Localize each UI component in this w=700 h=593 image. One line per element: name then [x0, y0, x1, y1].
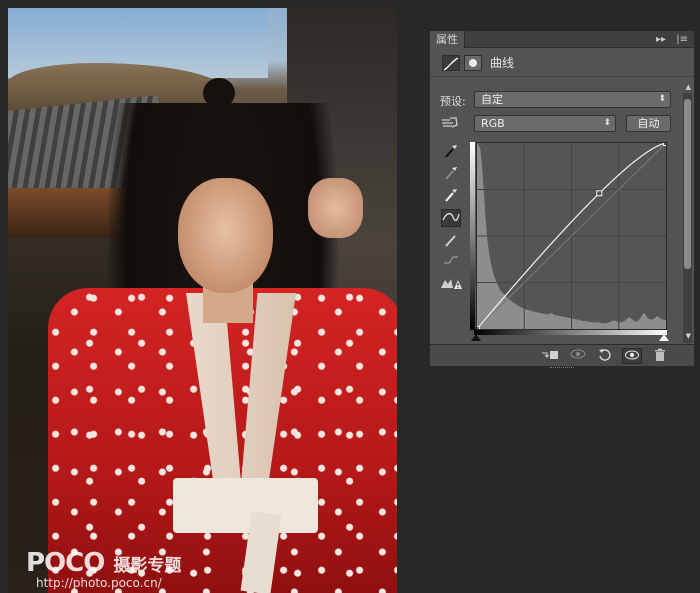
watermark-url: http://photo.poco.cn/	[36, 576, 162, 590]
adjustment-header: 曲线	[430, 49, 694, 77]
panel-scrollbar[interactable]	[683, 93, 692, 343]
watermark-subtitle: 摄影专题	[113, 556, 182, 576]
auto-button[interactable]: 自动	[626, 115, 671, 132]
scrollbar-thumb[interactable]	[684, 99, 691, 269]
channel-dropdown[interactable]: RGB ⬍	[474, 115, 616, 132]
photo-canvas[interactable]: POCO 摄影专题 http://photo.poco.cn/	[8, 8, 397, 593]
gray-point-eyedropper-icon[interactable]	[441, 165, 461, 183]
panel-resize-grip[interactable]	[550, 367, 574, 370]
scroll-up-icon[interactable]: ▲	[686, 83, 691, 91]
output-gradient	[470, 142, 475, 330]
panel-footer	[430, 344, 694, 366]
curves-plot[interactable]	[474, 140, 669, 332]
black-point-eyedropper-icon[interactable]	[441, 143, 461, 161]
preset-dropdown[interactable]: 自定 ⬍	[474, 91, 671, 108]
curve-control-point[interactable]	[474, 326, 480, 332]
model-face	[178, 178, 273, 293]
preset-value: 自定	[481, 93, 503, 106]
delete-icon[interactable]	[650, 348, 670, 364]
visibility-icon[interactable]	[622, 348, 642, 364]
black-point-slider[interactable]	[471, 334, 481, 341]
white-sash	[173, 478, 318, 533]
tab-properties[interactable]: 属性	[430, 31, 465, 48]
channel-value: RGB	[481, 117, 505, 130]
white-point-eyedropper-icon[interactable]	[441, 187, 461, 205]
properties-panel: 属性 ▸▸ |≡ 曲线 预设: 自定 ⬍ RGB ⬍ 自动 ▲ ▼	[429, 30, 695, 370]
scroll-down-icon[interactable]: ▼	[686, 332, 691, 340]
updown-arrow-icon: ⬍	[658, 94, 666, 104]
panel-tabbar: 属性 ▸▸ |≡	[430, 31, 694, 48]
curve-control-point[interactable]	[663, 140, 669, 146]
collapse-icon[interactable]: ▸▸	[656, 33, 666, 46]
curve-control-point[interactable]	[596, 190, 603, 197]
view-previous-icon[interactable]	[568, 348, 588, 364]
clip-to-layer-icon[interactable]	[540, 348, 560, 364]
smooth-icon[interactable]	[441, 253, 461, 271]
curves-graph[interactable]	[474, 140, 669, 332]
white-point-slider[interactable]	[659, 334, 669, 341]
adjustment-title: 曲线	[490, 56, 515, 70]
curve-edit-icon[interactable]	[441, 209, 461, 227]
clipping-warning-icon[interactable]	[439, 276, 463, 294]
updown-arrow-icon: ⬍	[603, 118, 611, 128]
hair-bun	[203, 78, 235, 108]
model-hand	[308, 178, 363, 238]
curves-adjustment-icon[interactable]	[442, 55, 460, 71]
reset-icon[interactable]	[595, 348, 615, 364]
preset-label: 预设:	[440, 95, 466, 108]
panel-menu-icon[interactable]: |≡	[676, 33, 688, 46]
watermark-logo: POCO	[26, 548, 105, 578]
layer-mask-icon[interactable]	[464, 55, 482, 71]
watermark: POCO 摄影专题 http://photo.poco.cn/	[26, 548, 182, 590]
hand-target-icon[interactable]	[440, 115, 460, 133]
pencil-icon[interactable]	[441, 232, 461, 250]
